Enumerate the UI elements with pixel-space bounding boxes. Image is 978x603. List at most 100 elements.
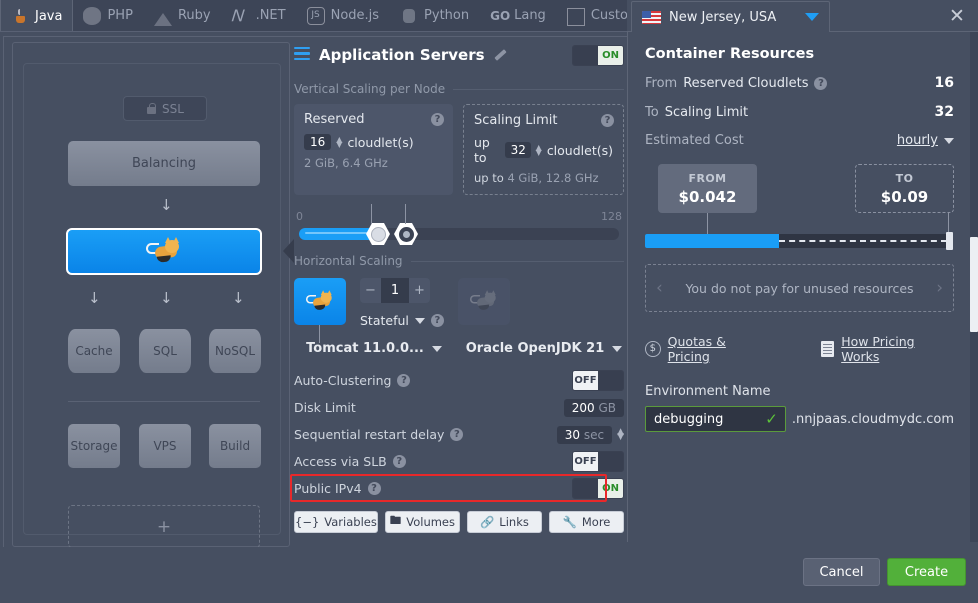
add-node-button[interactable]: +: [68, 505, 260, 548]
reserved-cloudlets-input[interactable]: 16: [304, 134, 331, 150]
pricing-links: $ Quotas & Pricing How Pricing Works: [645, 334, 954, 364]
row-key: To Scaling Limit: [645, 105, 748, 120]
node-label: NoSQL: [215, 344, 255, 358]
price-value: $0.09: [881, 188, 928, 206]
option-label-wrap: Auto-Clustering ?: [294, 373, 410, 388]
toggle-state-label: ON: [598, 46, 623, 65]
cloudlet-range-slider[interactable]: 0 128: [294, 210, 624, 252]
slider-handle-limit[interactable]: [394, 222, 418, 246]
tab-nodejs[interactable]: JS Node.js: [297, 0, 390, 31]
cancel-button[interactable]: Cancel: [803, 558, 880, 586]
scaling-limit-stepper[interactable]: ▲▼: [536, 145, 542, 155]
chevron-right-icon[interactable]: ›: [936, 278, 943, 298]
restart-delay-input[interactable]: 30 sec: [557, 426, 612, 444]
options-list: Auto-Clustering ? OFF Disk Limit 200: [294, 367, 624, 502]
pencil-icon[interactable]: [494, 49, 507, 62]
public-ipv4-toggle[interactable]: ON: [572, 478, 624, 499]
close-icon[interactable]: ✕: [948, 8, 966, 26]
row-estimated-cost: Estimated Cost hourly: [645, 133, 954, 148]
card-title: Reserved: [304, 112, 443, 127]
hamburger-icon[interactable]: [294, 47, 310, 64]
how-pricing-works-link[interactable]: How Pricing Works: [821, 334, 954, 364]
topology-node-nosql[interactable]: NoSQL: [209, 329, 261, 373]
nodejs-icon: JS: [307, 7, 325, 25]
question-icon[interactable]: ?: [450, 428, 463, 441]
chevron-down-icon[interactable]: [805, 13, 819, 21]
stack-type-tabstrip: Java PHP Ruby /\/ .NET JS Node.js Python…: [0, 0, 627, 32]
button-label: Create: [905, 565, 948, 580]
question-icon[interactable]: ?: [431, 113, 444, 126]
node-label: SQL: [153, 344, 177, 358]
topology-node-balancing[interactable]: Balancing: [68, 141, 260, 186]
arrow-down-icon: ↓: [160, 291, 173, 306]
tab-go[interactable]: GO Lang: [480, 0, 557, 31]
container-resources-panel: New Jersey, USA ✕ Container Resources Fr…: [627, 0, 978, 603]
question-icon[interactable]: ?: [814, 77, 827, 90]
stepper-plus-button[interactable]: +: [409, 278, 430, 303]
topology-node-storage[interactable]: Storage: [68, 424, 120, 468]
stateful-dropdown[interactable]: Stateful ?: [360, 313, 444, 328]
slider-track[interactable]: [299, 228, 619, 240]
panel-scrollbar-track[interactable]: [970, 32, 978, 542]
links-button[interactable]: 🔗 Links: [467, 511, 542, 533]
billing-period-label: hourly: [897, 133, 938, 148]
restart-delay-stepper[interactable]: ▲▼: [617, 430, 624, 440]
tab-java[interactable]: Java: [0, 0, 73, 31]
topology-node-vps[interactable]: VPS: [139, 424, 191, 468]
scaling-limit-value-row: up to 32 ▲▼ cloudlet(s): [474, 135, 613, 165]
slider-connector: [405, 204, 406, 224]
disk-limit-input[interactable]: 200 GB: [564, 399, 624, 417]
region-selector-tab[interactable]: New Jersey, USA: [631, 1, 830, 32]
option-row-public-ipv4: Public IPv4 ? ON: [294, 475, 624, 502]
volumes-button[interactable]: 🖿 Volumes: [385, 511, 460, 533]
quotas-pricing-link[interactable]: $ Quotas & Pricing: [645, 334, 769, 364]
chevron-down-icon: [432, 346, 442, 352]
chevron-left-icon[interactable]: ‹: [656, 278, 663, 298]
variables-button[interactable]: {−} Variables: [294, 511, 378, 533]
document-icon: [821, 341, 834, 357]
question-icon[interactable]: ?: [368, 482, 381, 495]
topology-node-build[interactable]: Build: [209, 424, 261, 468]
tab-label: Lang: [514, 8, 546, 23]
power-toggle[interactable]: ON: [572, 45, 624, 66]
question-icon[interactable]: ?: [601, 114, 614, 127]
create-button[interactable]: Create: [887, 558, 966, 586]
node-count-value[interactable]: 1: [381, 278, 409, 303]
tab-php[interactable]: PHP: [73, 0, 143, 31]
topology-node-cache[interactable]: Cache: [68, 329, 120, 373]
engine-version-label: Tomcat 11.0.0...: [306, 341, 424, 356]
question-icon[interactable]: ?: [431, 314, 444, 327]
jdk-version-dropdown[interactable]: Oracle OpenJDK 21: [464, 338, 624, 359]
more-button[interactable]: 🔧 More: [549, 511, 624, 533]
question-icon[interactable]: ?: [397, 374, 410, 387]
node-primary-tile[interactable]: [294, 278, 346, 325]
stepper-minus-button[interactable]: −: [360, 278, 381, 303]
node-add-ghost-tile[interactable]: [458, 278, 510, 325]
scaling-limit-input[interactable]: 32: [505, 142, 531, 158]
go-icon: GO: [490, 7, 508, 25]
row-label: Estimated Cost: [645, 133, 744, 148]
tab-python[interactable]: Python: [390, 0, 480, 31]
environment-name-input[interactable]: debugging ✓: [645, 406, 786, 432]
node-count-stepper[interactable]: − 1 +: [360, 278, 430, 303]
dollar-coin-icon: $: [645, 341, 661, 357]
topology-node-app-server[interactable]: [66, 228, 262, 275]
arrow-down-icon: ↓: [232, 291, 245, 306]
access-via-slb-toggle[interactable]: OFF: [572, 451, 624, 472]
option-control: 30 sec ▲▼: [557, 426, 624, 444]
engine-version-dropdown[interactable]: Tomcat 11.0.0...: [294, 338, 454, 359]
question-icon[interactable]: ?: [393, 455, 406, 468]
vertical-scaling-section-label: Vertical Scaling per Node: [294, 82, 624, 96]
detail-value: 4 GiB, 12.8 GHz: [507, 171, 598, 185]
topology-node-sql[interactable]: SQL: [139, 329, 191, 373]
reserved-stepper[interactable]: ▲▼: [336, 137, 342, 147]
panel-scrollbar-thumb[interactable]: [970, 237, 978, 332]
auto-clustering-toggle[interactable]: OFF: [572, 370, 624, 391]
ssl-badge[interactable]: SSL: [123, 96, 207, 121]
cost-bar-end-marker: [946, 232, 953, 250]
chevron-down-icon: [415, 318, 425, 324]
slider-handle-reserved[interactable]: [366, 222, 390, 246]
billing-period-dropdown[interactable]: hourly: [897, 133, 954, 148]
tab-dotnet[interactable]: /\/ .NET: [222, 0, 297, 31]
tab-ruby[interactable]: Ruby: [144, 0, 222, 31]
